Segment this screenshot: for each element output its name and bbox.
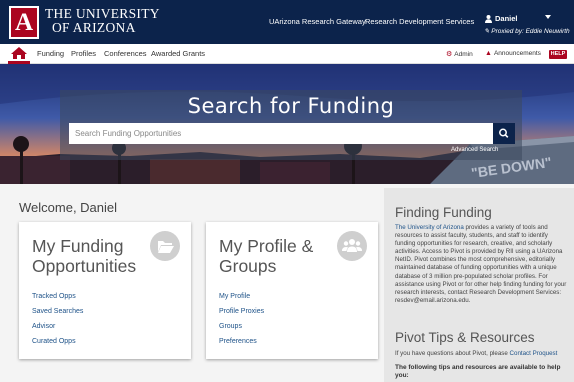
advanced-search-link[interactable]: Advanced Search bbox=[451, 147, 498, 153]
my-funding-card: My Funding Opportunities Tracked Opps Sa… bbox=[19, 222, 191, 359]
logo-letter: A bbox=[11, 8, 37, 37]
nav-conferences[interactable]: Conferences bbox=[104, 49, 147, 58]
nav-awarded-grants[interactable]: Awarded Grants bbox=[151, 49, 205, 58]
announcements-label: Announcements bbox=[493, 50, 541, 57]
search-input[interactable] bbox=[69, 123, 493, 144]
university-name[interactable]: THE UNIVERSITY OF ARIZONA bbox=[45, 7, 160, 35]
top-header: A THE UNIVERSITY OF ARIZONA UArizona Res… bbox=[0, 0, 574, 44]
tips-intro-text: The following tips and resources are ava… bbox=[395, 364, 561, 379]
tracked-opps-link[interactable]: Tracked Opps bbox=[32, 293, 76, 300]
groups-link[interactable]: Groups bbox=[219, 323, 242, 330]
my-funding-title[interactable]: My Funding Opportunities bbox=[32, 236, 152, 276]
search-title: Search for Funding bbox=[187, 94, 395, 118]
research-development-link[interactable]: Research Development Services bbox=[365, 17, 474, 26]
gear-icon: ⚙ bbox=[446, 51, 453, 58]
saved-searches-link[interactable]: Saved Searches bbox=[32, 308, 83, 315]
pivot-tips-text: If you have questions about Pivot, pleas… bbox=[395, 350, 567, 358]
admin-link[interactable]: ⚙ Admin bbox=[446, 50, 473, 58]
finding-funding-text: The University of Arizona provides a var… bbox=[395, 224, 567, 305]
profile-proxies-link[interactable]: Profile Proxies bbox=[219, 308, 264, 315]
preferences-link[interactable]: Preferences bbox=[219, 338, 257, 345]
help-button[interactable]: HELP bbox=[549, 50, 567, 59]
finding-funding-heading: Finding Funding bbox=[395, 205, 492, 220]
announcements-link[interactable]: ▲ Announcements bbox=[485, 50, 541, 57]
home-icon[interactable] bbox=[10, 46, 28, 60]
my-profile-link[interactable]: My Profile bbox=[219, 293, 250, 300]
my-profile-title[interactable]: My Profile & Groups bbox=[219, 236, 339, 276]
pivot-tips-heading: Pivot Tips & Resources bbox=[395, 330, 535, 345]
search-button[interactable] bbox=[493, 123, 515, 144]
university-name-line2: OF ARIZONA bbox=[52, 20, 136, 35]
proxied-by-text: ✎ Proxied by: Eddie Neuwirth bbox=[484, 27, 570, 35]
finding-funding-body: provides a variety of tools and resource… bbox=[395, 224, 567, 304]
curated-opps-link[interactable]: Curated Opps bbox=[32, 338, 76, 345]
nav-funding[interactable]: Funding bbox=[37, 49, 64, 58]
chevron-down-icon[interactable] bbox=[545, 15, 551, 19]
users-icon bbox=[337, 231, 367, 261]
folder-open-icon bbox=[150, 231, 180, 261]
bell-icon: ▲ bbox=[485, 50, 492, 57]
university-logo-icon[interactable]: A bbox=[9, 6, 39, 39]
advisor-link[interactable]: Advisor bbox=[32, 323, 55, 330]
main-nav: Funding Profiles Conferences Awarded Gra… bbox=[0, 44, 574, 64]
admin-label: Admin bbox=[454, 51, 473, 58]
pivot-tips-body: If you have questions about Pivot, pleas… bbox=[395, 350, 510, 357]
research-gateway-link[interactable]: UArizona Research Gateway bbox=[269, 17, 366, 26]
university-name-line1: THE UNIVERSITY bbox=[45, 6, 160, 21]
search-icon bbox=[499, 128, 509, 138]
contact-proquest-link[interactable]: Contact Proquest bbox=[510, 350, 558, 357]
user-menu[interactable]: Daniel bbox=[495, 14, 518, 23]
user-icon bbox=[485, 15, 492, 23]
proxied-by-label: Proxied by: Eddie Neuwirth bbox=[491, 28, 570, 35]
nav-profiles[interactable]: Profiles bbox=[71, 49, 96, 58]
proxy-icon: ✎ bbox=[484, 28, 490, 35]
welcome-heading: Welcome, Daniel bbox=[19, 200, 118, 215]
my-profile-card: My Profile & Groups My Profile Profile P… bbox=[206, 222, 378, 359]
university-of-arizona-link[interactable]: The University of Arizona bbox=[395, 224, 464, 231]
